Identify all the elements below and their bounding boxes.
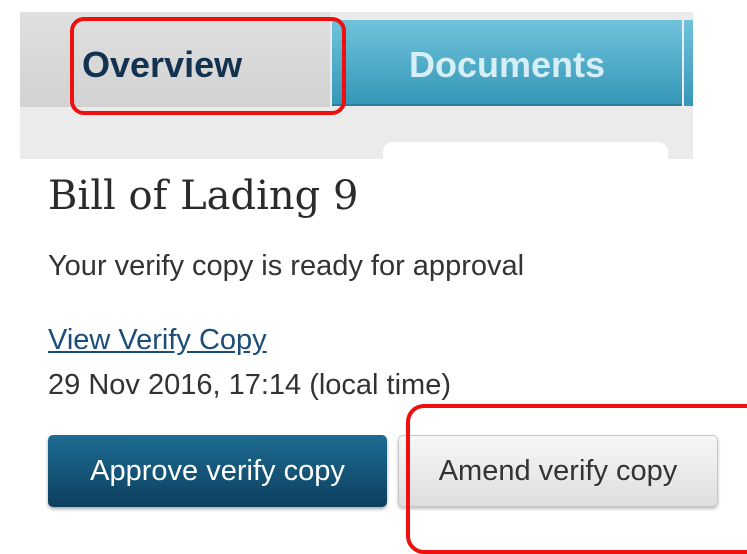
annotation-highlight-overview	[70, 17, 346, 115]
status-message: Your verify copy is ready for approval	[48, 250, 525, 282]
approve-verify-copy-button[interactable]: Approve verify copy	[48, 435, 387, 507]
timestamp: 29 Nov 2016, 17:14 (local time)	[48, 369, 451, 401]
content-panel-notch	[383, 142, 668, 172]
annotation-highlight-amend	[406, 404, 747, 554]
tab-documents[interactable]: Documents	[332, 20, 682, 106]
tab-documents-label: Documents	[408, 44, 606, 85]
view-verify-copy-link[interactable]: View Verify Copy	[48, 324, 267, 357]
page-title: Bill of Lading 9	[48, 173, 359, 219]
tab-next-partial[interactable]	[684, 20, 693, 106]
